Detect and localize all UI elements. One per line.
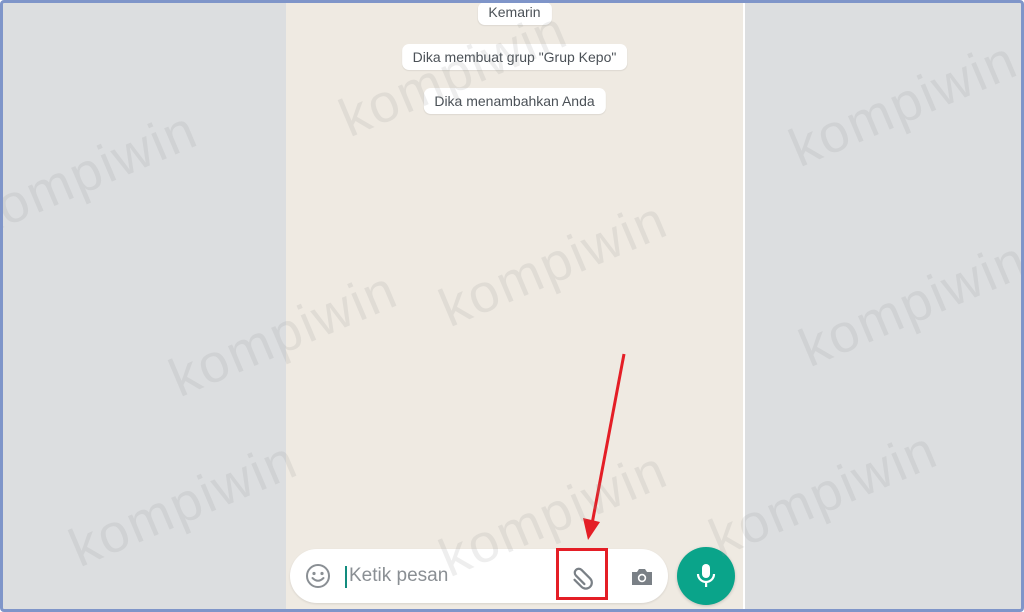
system-message-group-created: Dika membuat grup "Grup Kepo" — [401, 44, 628, 70]
watermark: kompiwin — [0, 99, 207, 249]
system-message-added: Dika menambahkan Anda — [423, 88, 606, 114]
message-input-bar[interactable]: Ketik pesan — [290, 549, 668, 603]
date-label: Kemarin — [477, 3, 552, 25]
camera-icon[interactable] — [628, 563, 656, 591]
microphone-button[interactable] — [677, 547, 735, 605]
text-cursor — [345, 566, 347, 588]
watermark: kompiwin — [780, 29, 1024, 179]
emoji-icon[interactable] — [304, 562, 332, 590]
attach-highlight-box — [556, 548, 608, 600]
annotation-arrow — [583, 353, 626, 540]
microphone-icon — [696, 564, 716, 587]
chat-screen: Kemarin Dika membuat grup "Grup Kepo" Di… — [286, 3, 745, 609]
screenshot-frame: Kemarin Dika membuat grup "Grup Kepo" Di… — [0, 0, 1024, 612]
message-input-placeholder[interactable]: Ketik pesan — [349, 565, 448, 587]
watermark: kompiwin — [790, 229, 1024, 379]
watermark: kompiwin — [60, 429, 307, 579]
